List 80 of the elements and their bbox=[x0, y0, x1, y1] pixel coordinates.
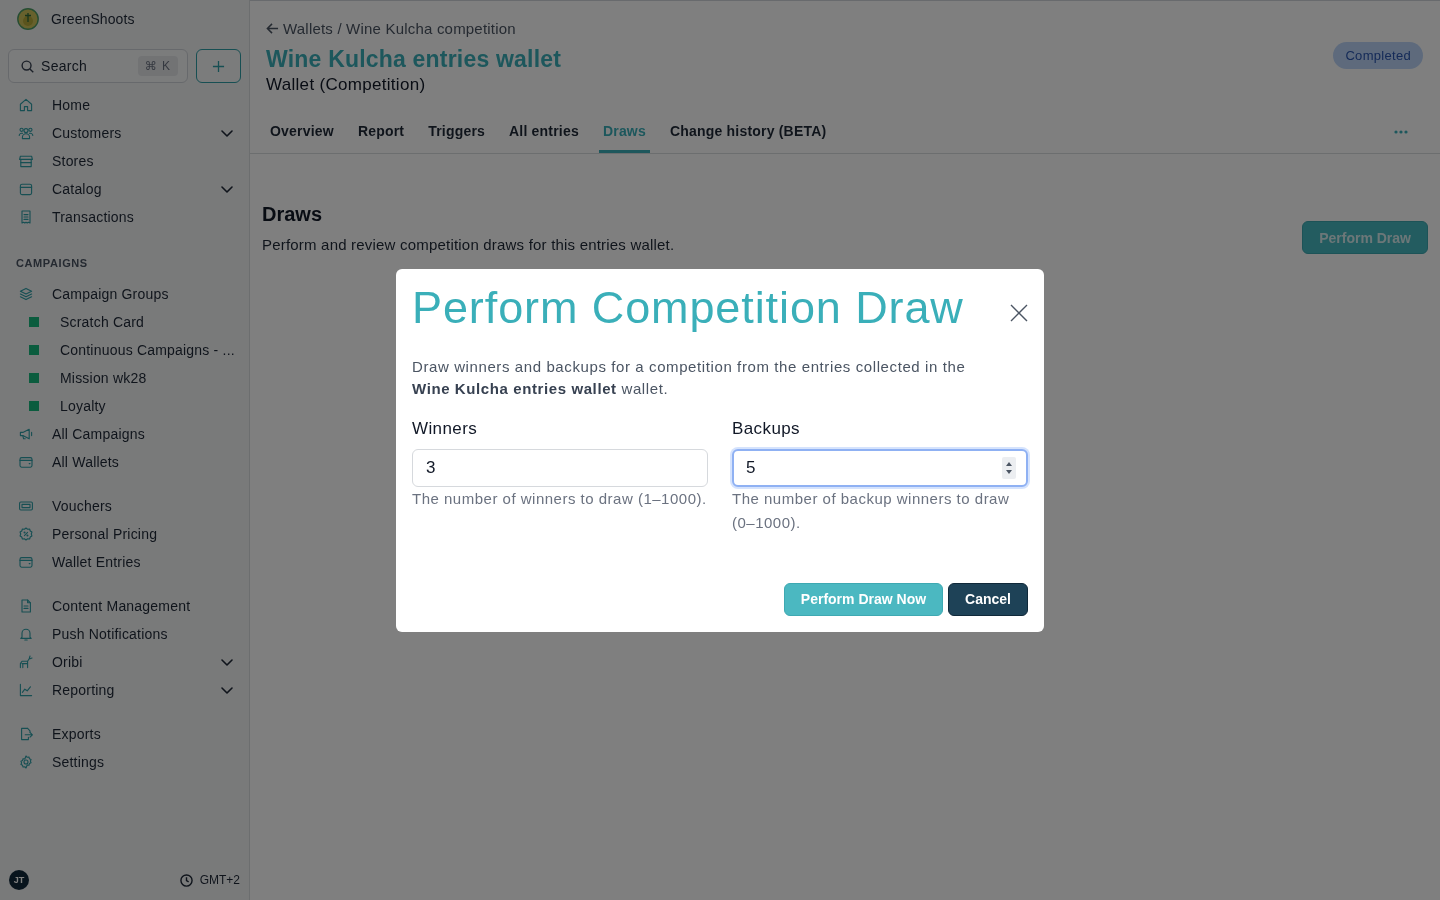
field-help-text: The number of backup winners to draw (0–1000). bbox=[732, 488, 1011, 533]
tab[interactable]: Overview bbox=[266, 115, 338, 153]
plus-icon bbox=[212, 59, 225, 73]
number-input[interactable]: 5 bbox=[732, 448, 1028, 487]
status-badge: Completed bbox=[1333, 42, 1423, 69]
nav-item[interactable]: Catalog bbox=[0, 175, 249, 203]
receipt-icon bbox=[18, 209, 34, 225]
confirm-button[interactable]: Perform Draw Now bbox=[783, 582, 944, 616]
nav-item[interactable]: Customers bbox=[0, 119, 249, 147]
wallet-icon bbox=[18, 554, 34, 570]
breadcrumb-link[interactable]: Wallets / Wine Kulcha competition bbox=[266, 17, 562, 39]
tab[interactable]: All entries bbox=[505, 115, 583, 153]
export-icon bbox=[18, 726, 34, 742]
chevron-down-icon bbox=[221, 185, 233, 193]
modal-title: Perform Competition Draw bbox=[412, 280, 964, 335]
megaphone-icon bbox=[18, 426, 34, 442]
nav-item[interactable]: Transactions bbox=[0, 203, 249, 231]
field-label: Winners bbox=[412, 417, 479, 440]
nav-subitem[interactable]: Scratch Card bbox=[0, 308, 249, 336]
tab[interactable]: Report bbox=[353, 115, 409, 153]
modal-description: Draw winners and backups for a competition from the entries collected in the Wine Kulcha entries wallet wallet. bbox=[412, 356, 967, 399]
section-heading: CAMPAIGNS bbox=[15, 256, 89, 271]
animal-icon bbox=[18, 654, 34, 670]
nav-subitem[interactable]: Loyalty bbox=[0, 392, 249, 420]
nav-item[interactable]: Push Notifications bbox=[0, 620, 249, 648]
arrow-left-icon bbox=[266, 21, 279, 35]
close-button[interactable] bbox=[1010, 303, 1028, 322]
nav-item[interactable]: Stores bbox=[0, 147, 249, 175]
nav-item[interactable]: All Campaigns bbox=[0, 420, 249, 448]
square-marker-icon bbox=[29, 317, 39, 327]
user-avatar[interactable]: JT bbox=[9, 870, 29, 890]
nav-item[interactable]: Exports bbox=[0, 720, 249, 748]
field-label: Backups bbox=[732, 417, 801, 440]
section-title: Draws bbox=[262, 202, 324, 226]
nav-item[interactable]: Home bbox=[0, 91, 249, 119]
square-marker-icon bbox=[29, 401, 39, 411]
nav-subitem[interactable]: Continuous Campaigns - ... bbox=[0, 336, 249, 364]
logo-icon bbox=[17, 8, 39, 30]
nav-item[interactable]: Reporting bbox=[0, 676, 249, 704]
nav-item[interactable]: Wallet Entries bbox=[0, 548, 249, 576]
page-subtitle: Wallet (Competition) bbox=[266, 74, 427, 96]
line-chart-icon bbox=[18, 682, 34, 698]
users-icon bbox=[18, 125, 34, 141]
square-marker-icon bbox=[29, 373, 39, 383]
bell-icon bbox=[18, 626, 34, 642]
chevron-down-icon bbox=[221, 658, 233, 666]
chevron-down-icon bbox=[221, 129, 233, 137]
chevron-down-icon bbox=[221, 686, 233, 694]
nav-item[interactable]: Settings bbox=[0, 748, 249, 776]
nav-item[interactable]: Content Management bbox=[0, 592, 249, 620]
home-icon bbox=[18, 97, 34, 113]
box-icon bbox=[18, 181, 34, 197]
ticket-icon bbox=[18, 498, 34, 514]
brand-name: GreenShoots bbox=[51, 11, 135, 27]
clock-icon bbox=[179, 873, 193, 887]
nav-item[interactable]: All Wallets bbox=[0, 448, 249, 476]
tab[interactable]: Triggers bbox=[424, 115, 490, 153]
keyboard-shortcut: ⌘ K bbox=[137, 56, 178, 76]
search-icon bbox=[21, 60, 34, 73]
field-help-text: The number of winners to draw (1–1000). bbox=[412, 488, 708, 509]
document-icon bbox=[18, 598, 34, 614]
nav-item[interactable]: Personal Pricing bbox=[0, 520, 249, 548]
square-marker-icon bbox=[29, 345, 39, 355]
settings-icon bbox=[18, 754, 34, 770]
spinner-arrows-icon[interactable] bbox=[1002, 456, 1016, 479]
layers-icon bbox=[18, 286, 34, 302]
nav-subitem[interactable]: Mission wk28 bbox=[0, 364, 249, 392]
page-title: Wine Kulcha entries wallet bbox=[266, 45, 562, 74]
nav-item[interactable]: Oribi bbox=[0, 648, 249, 676]
percent-badge-icon bbox=[18, 526, 34, 542]
wallet-icon bbox=[18, 454, 34, 470]
section-description: Perform and review competition draws for this entries wallet. bbox=[262, 235, 675, 255]
nav-item[interactable]: Vouchers bbox=[0, 492, 249, 520]
cancel-button[interactable]: Cancel bbox=[948, 582, 1028, 616]
close-icon bbox=[1010, 303, 1028, 322]
nav-item[interactable]: Campaign Groups bbox=[0, 280, 249, 308]
tab[interactable]: Change history (BETA) bbox=[665, 115, 831, 153]
number-input[interactable]: 3 bbox=[412, 448, 708, 487]
store-icon bbox=[18, 153, 34, 169]
timezone-label: GMT+2 bbox=[199, 873, 240, 887]
